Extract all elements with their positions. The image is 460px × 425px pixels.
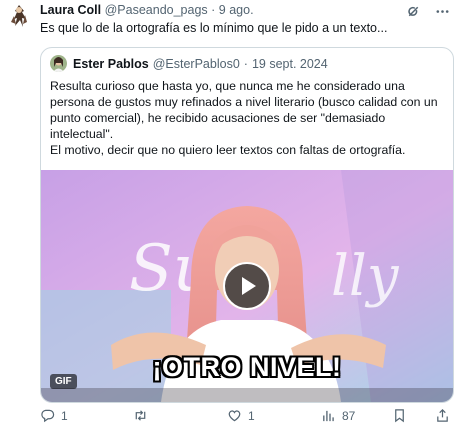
quoted-tweet-header: Ester Pablos @EsterPablos0 · 19 sept. 20…	[50, 55, 328, 72]
quoted-separator-dot: ·	[243, 56, 248, 71]
bookmark-button[interactable]	[392, 408, 407, 423]
author-handle[interactable]: @Paseando_pags	[105, 3, 208, 17]
like-count: 1	[248, 408, 255, 423]
more-icon[interactable]	[435, 4, 450, 19]
quoted-paragraph-1: Resulta curioso que hasta yo, que nunca …	[50, 79, 438, 141]
play-button[interactable]	[223, 262, 271, 310]
quoted-tweet-text: Resulta curioso que hasta yo, que nunca …	[50, 78, 446, 158]
play-icon	[242, 277, 256, 295]
share-icon	[437, 409, 448, 422]
views-icon	[323, 410, 334, 422]
gif-media[interactable]: Su lly ¡OTRO NIVEL! GIF	[41, 170, 453, 402]
views-button[interactable]: 87	[321, 408, 355, 423]
tweet-header: Laura Coll @Paseando_pags · 9 ago.	[40, 3, 416, 18]
grok-icon[interactable]	[406, 4, 421, 19]
quoted-author-handle: @EsterPablos0	[152, 56, 240, 71]
views-count: 87	[342, 408, 356, 423]
retweet-icon	[135, 410, 146, 421]
reply-button[interactable]: 1	[40, 408, 68, 423]
like-icon	[228, 410, 241, 422]
separator-dot: ·	[211, 3, 216, 17]
author-name[interactable]: Laura Coll	[40, 3, 101, 17]
like-button[interactable]: 1	[227, 408, 255, 423]
tweet-date[interactable]: 9 ago.	[219, 3, 254, 17]
quoted-author-name: Ester Pablos	[73, 56, 149, 71]
bookmark-icon	[395, 409, 404, 423]
gif-caption: ¡OTRO NIVEL!	[152, 352, 342, 382]
share-button[interactable]	[435, 408, 450, 423]
gif-badge: GIF	[50, 374, 77, 389]
quoted-author-avatar	[50, 55, 67, 72]
reply-icon	[41, 409, 55, 423]
author-avatar[interactable]	[5, 2, 34, 31]
action-bar: 1 1 87	[40, 405, 456, 425]
retweet-button[interactable]	[133, 408, 154, 423]
quoted-tweet-date: 19 sept. 2024	[251, 56, 328, 71]
tweet-text: Es que lo de la ortografía es lo mínimo …	[40, 21, 388, 35]
svg-text:lly: lly	[331, 244, 400, 309]
reply-count: 1	[61, 408, 68, 423]
quoted-tweet-card[interactable]: Ester Pablos @EsterPablos0 · 19 sept. 20…	[40, 47, 454, 403]
quoted-paragraph-2: El motivo, decir que no quiero leer text…	[50, 143, 406, 157]
